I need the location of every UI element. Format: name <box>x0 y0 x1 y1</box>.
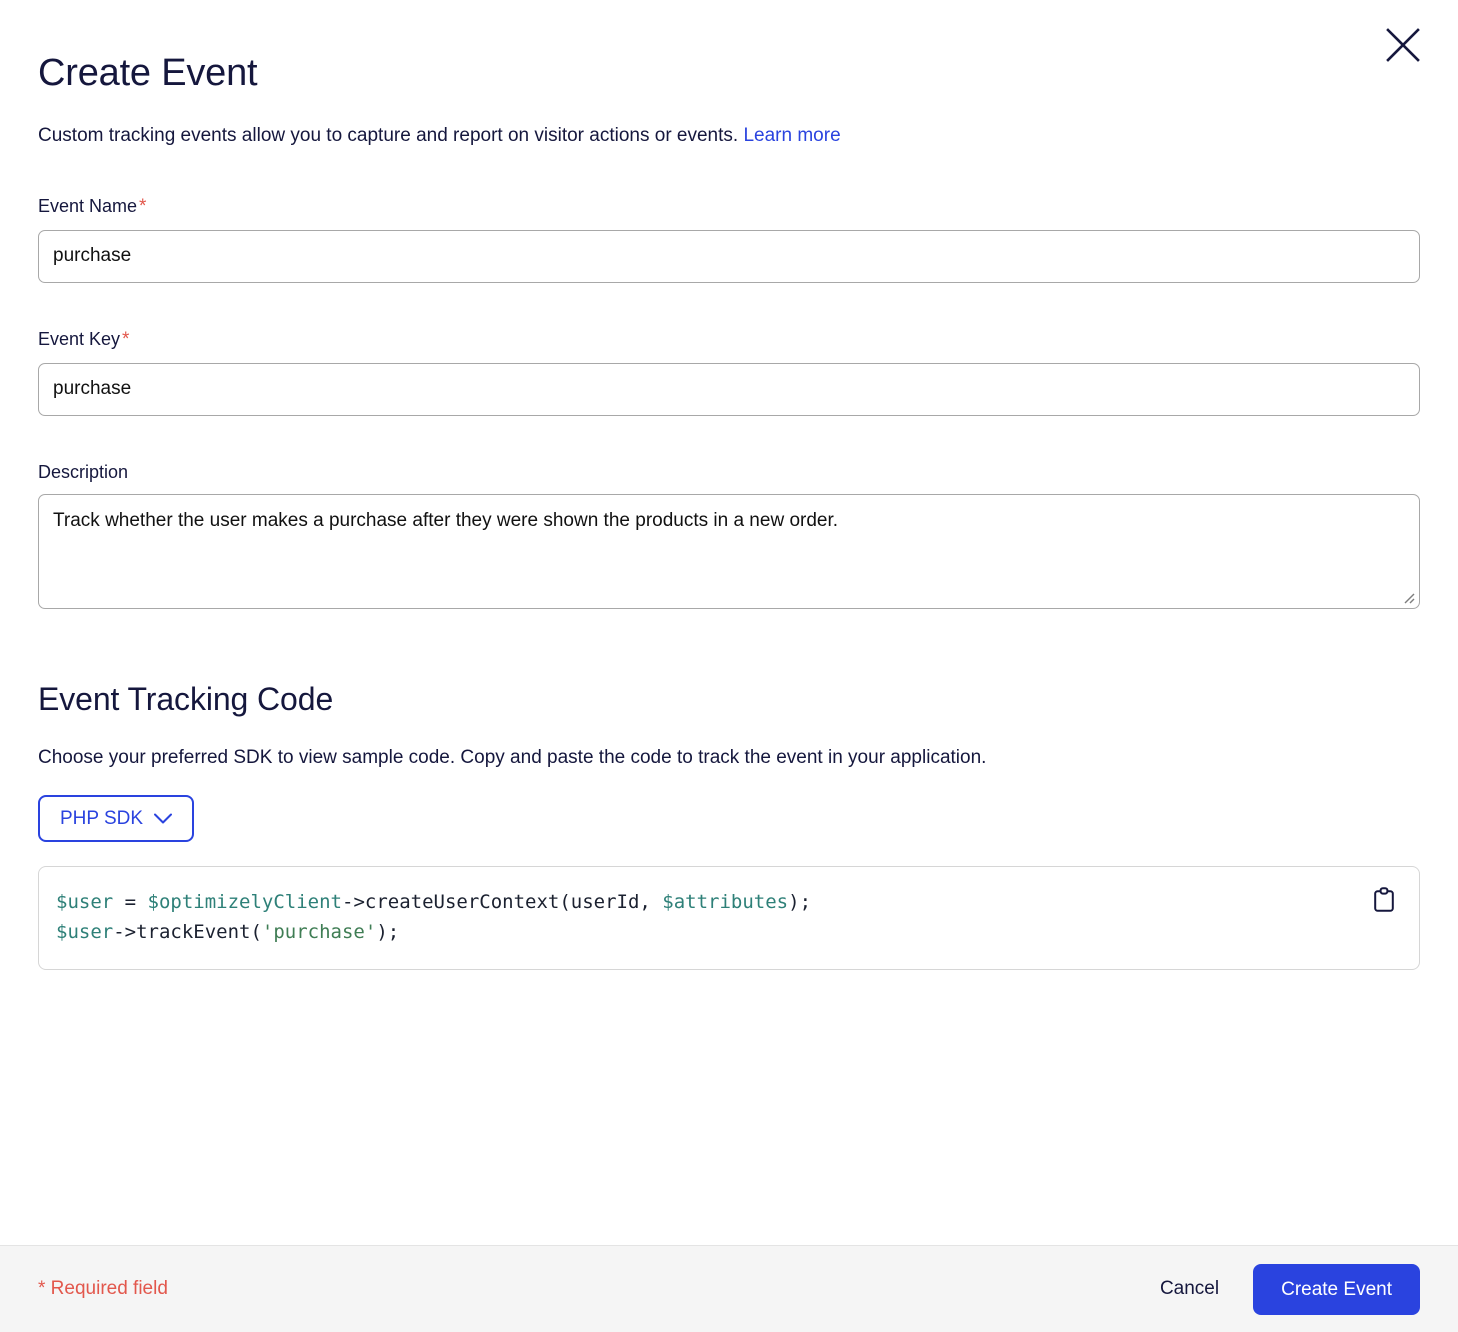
field-event-name: Event Name * <box>38 196 1420 283</box>
footer-actions: Cancel Create Event <box>1154 1263 1420 1315</box>
code-token: $user <box>56 920 114 943</box>
event-key-input[interactable] <box>38 362 1420 416</box>
tracking-code-heading: Event Tracking Code <box>38 681 334 718</box>
modal-subtitle: Custom tracking events allow you to capt… <box>38 122 1420 151</box>
clipboard-copy-icon-glyph <box>1374 887 1394 912</box>
event-name-label: Event Name * <box>38 196 1420 219</box>
create-event-modal: Create Event Custom tracking events allo… <box>0 0 1458 1332</box>
event-name-label-text: Event Name <box>38 196 138 217</box>
code-sample-block: $user = $optimizelyClient->createUserCon… <box>38 865 1420 970</box>
chevron-down-icon <box>154 813 173 824</box>
field-description: Description Track whether the user makes… <box>38 462 1420 610</box>
description-textarea-wrap: Track whether the user makes a purchase … <box>38 494 1420 610</box>
code-token: $user <box>56 890 125 913</box>
description-label: Description <box>38 461 129 482</box>
code-token: $optimizelyClient <box>147 890 342 913</box>
event-name-input[interactable] <box>38 229 1420 283</box>
description-textarea[interactable]: Track whether the user makes a purchase … <box>38 494 1420 610</box>
code-token: ->createUserContext(userId, <box>342 890 663 913</box>
code-token: 'purchase' <box>261 920 377 943</box>
code-line: $user = $optimizelyClient->createUserCon… <box>56 887 1397 917</box>
required-asterisk: * <box>139 196 147 218</box>
page-title: Create Event <box>38 52 258 94</box>
code-token: = <box>124 890 148 913</box>
subtitle-text: Custom tracking events allow you to capt… <box>38 124 739 146</box>
close-icon[interactable] <box>1380 22 1426 68</box>
clipboard-copy-icon[interactable] <box>1371 885 1397 915</box>
event-key-label-text: Event Key <box>38 328 121 349</box>
modal-body: Create Event Custom tracking events allo… <box>0 0 1458 1245</box>
close-icon-glyph <box>1386 28 1420 62</box>
sdk-selector-dropdown[interactable]: PHP SDK <box>38 794 195 842</box>
sdk-selector-label: PHP SDK <box>60 807 144 829</box>
event-key-label: Event Key * <box>38 329 1420 352</box>
modal-footer: * Required field Cancel Create Event <box>0 1245 1458 1332</box>
required-asterisk: * <box>122 328 130 350</box>
code-token: ); <box>788 890 812 913</box>
code-token: ); <box>376 920 400 943</box>
learn-more-link[interactable]: Learn more <box>743 125 840 146</box>
code-line: $user->trackEvent('purchase'); <box>56 917 1397 947</box>
field-event-key: Event Key * <box>38 329 1420 416</box>
cancel-button[interactable]: Cancel <box>1154 1268 1225 1310</box>
create-event-button[interactable]: Create Event <box>1253 1263 1420 1315</box>
tracking-code-description: Choose your preferred SDK to view sample… <box>38 747 987 769</box>
code-token: ->trackEvent( <box>113 920 262 943</box>
code-lines-container: $user = $optimizelyClient->createUserCon… <box>56 887 1397 947</box>
required-field-note: * Required field <box>38 1278 168 1299</box>
code-token: $attributes <box>662 890 789 913</box>
